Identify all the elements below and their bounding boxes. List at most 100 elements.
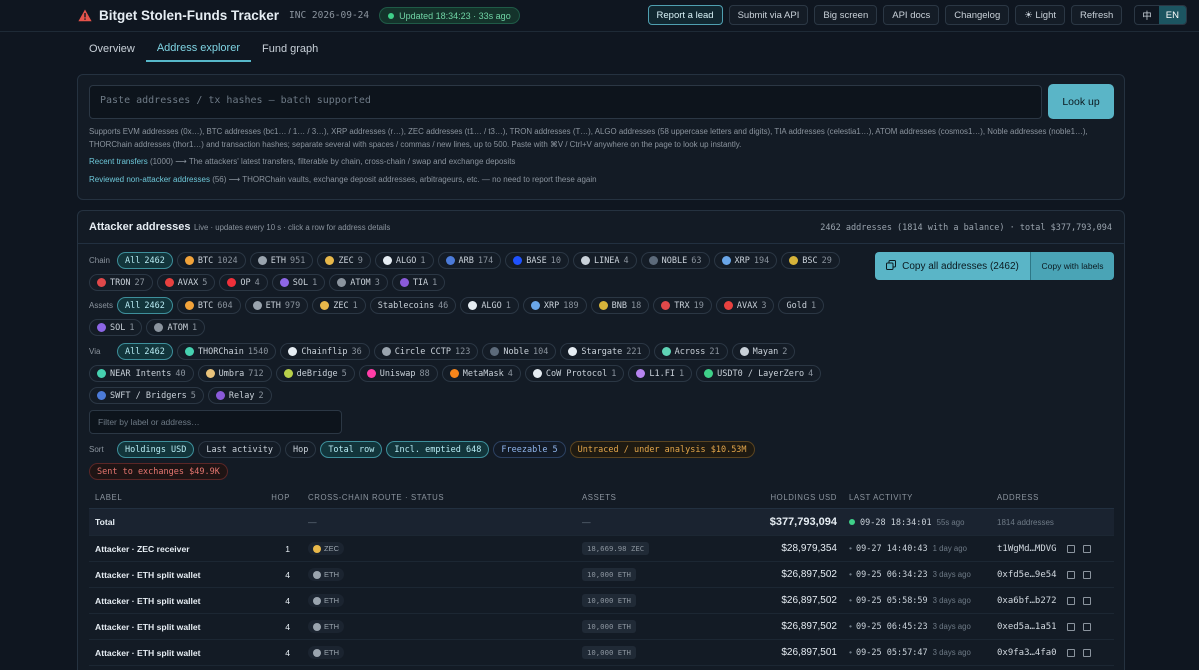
asset-chip-gold[interactable]: Gold 1 (778, 297, 825, 314)
asset-chip-algo[interactable]: ALGO 1 (460, 297, 519, 314)
chain-chip-algo[interactable]: ALGO 1 (374, 252, 434, 269)
chain-chip-xrp[interactable]: XRP 194 (713, 252, 778, 269)
tab-address-explorer[interactable]: Address explorer (145, 35, 251, 62)
asset-chip-eth[interactable]: ETH 979 (244, 297, 309, 314)
via-chip-usdt0-layerzero[interactable]: USDT0 / LayerZero 4 (696, 365, 822, 382)
copy-icon[interactable] (1066, 596, 1075, 605)
lang-zh-button[interactable]: 中 (1135, 6, 1159, 24)
external-link-icon[interactable] (1082, 596, 1091, 605)
external-link-icon[interactable] (1082, 544, 1091, 553)
reviewed-addresses-link[interactable]: Reviewed non-attacker addresses (89, 175, 210, 184)
via-chip-l1-fi[interactable]: L1.FI 1 (628, 365, 693, 382)
via-chip-all[interactable]: All 2462 (117, 343, 173, 360)
via-chip-uniswap[interactable]: Uniswap 88 (358, 365, 438, 382)
chain-chip-bsc[interactable]: BSC 29 (781, 252, 840, 269)
chain-chip-sol[interactable]: SOL 1 (271, 274, 326, 291)
external-link-icon[interactable] (1082, 570, 1091, 579)
big-screen-button[interactable]: Big screen (814, 5, 878, 25)
chain-chip-btc[interactable]: BTC 1024 (176, 252, 246, 269)
copy-icon[interactable] (1066, 622, 1075, 631)
via-chip-metamask[interactable]: MetaMask 4 (441, 365, 521, 382)
sort-chip-sent-to-exchanges-49-9k[interactable]: Sent to exchanges $49.9K (89, 463, 228, 480)
asset-chip-trx[interactable]: TRX 19 (653, 297, 712, 314)
chain-chip-all[interactable]: All 2462 (117, 252, 173, 269)
via-chip-relay[interactable]: Relay 2 (207, 387, 272, 404)
address-text[interactable]: 0xa6bf…b272 (997, 596, 1057, 606)
copy-icon[interactable] (1066, 648, 1075, 657)
asset-chip-atom[interactable]: ATOM 1 (146, 319, 206, 336)
asset-chip-bnb[interactable]: BNB 18 (590, 297, 650, 314)
asset-chip-sol[interactable]: SOL 1 (89, 319, 143, 336)
via-chip-near-intents[interactable]: NEAR Intents 40 (89, 365, 194, 382)
via-chip-thorchain[interactable]: THORChain 1540 (176, 343, 277, 360)
report-lead-button[interactable]: Report a lead (647, 5, 723, 25)
external-link-icon[interactable] (1082, 622, 1091, 631)
via-chip-cow-protocol[interactable]: CoW Protocol 1 (524, 365, 625, 382)
refresh-button[interactable]: Refresh (1071, 5, 1123, 25)
sort-chip-incl-emptied-648[interactable]: Incl. emptied 648 (386, 441, 490, 458)
lookup-input[interactable]: Paste addresses / tx hashes — batch supp… (89, 85, 1042, 119)
chain-chip-arb[interactable]: ARB 174 (437, 252, 502, 269)
light-theme-button[interactable]: ☀ Light (1015, 5, 1066, 25)
lookup-button[interactable]: Look up (1048, 84, 1114, 119)
chain-chip-avax[interactable]: AVAX 5 (156, 274, 216, 291)
via-chip-across[interactable]: Across 21 (653, 343, 728, 360)
via-chip-umbra[interactable]: Umbra 712 (197, 365, 272, 382)
chain-chip-tia[interactable]: TIA 1 (391, 274, 446, 291)
copy-icon[interactable] (1066, 570, 1075, 579)
asset-chip-stablecoins[interactable]: Stablecoins 46 (369, 297, 457, 314)
sort-chip-last-activity[interactable]: Last activity (198, 441, 281, 458)
col-hop[interactable]: HOP (254, 493, 296, 502)
via-chip-noble[interactable]: Noble 104 (482, 343, 557, 360)
table-row[interactable]: Attacker · ETH split wallet 4 ETH 10,000 ET… (89, 588, 1114, 614)
table-row[interactable]: Attacker · ETH split wallet 4 ETH 10,000 ET… (89, 614, 1114, 640)
asset-chip-xrp[interactable]: XRP 189 (522, 297, 587, 314)
label-filter-input[interactable]: Filter by label or address… (89, 410, 342, 434)
asset-chip-all[interactable]: All 2462 (117, 297, 173, 314)
lang-en-button[interactable]: EN (1158, 6, 1186, 24)
asset-chip-avax[interactable]: AVAX 3 (715, 297, 775, 314)
col-label[interactable]: LABEL (89, 493, 254, 502)
chain-chip-linea[interactable]: LINEA 4 (572, 252, 637, 269)
via-chip-stargate[interactable]: Stargate 221 (560, 343, 650, 360)
chain-chip-zec[interactable]: ZEC 9 (317, 252, 371, 269)
chain-chip-eth[interactable]: ETH 951 (249, 252, 314, 269)
table-row[interactable]: Attacker · ETH split wallet 4 ETH 10,000 ET… (89, 640, 1114, 666)
address-text[interactable]: 0xfd5e…9e54 (997, 570, 1057, 580)
chain-chip-atom[interactable]: ATOM 3 (329, 274, 388, 291)
chain-chip-op[interactable]: OP 4 (219, 274, 268, 291)
external-link-icon[interactable] (1082, 648, 1091, 657)
via-chip-mayan[interactable]: Mayan 2 (731, 343, 796, 360)
address-text[interactable]: 0x9fa3…4fa0 (997, 648, 1057, 658)
api-docs-button[interactable]: API docs (883, 5, 940, 25)
tab-fund-graph[interactable]: Fund graph (251, 35, 329, 62)
tab-overview[interactable]: Overview (78, 35, 146, 62)
via-chip-debridge[interactable]: deBridge 5 (275, 365, 355, 382)
col-activity[interactable]: LAST ACTIVITY (837, 493, 997, 502)
table-row[interactable]: Attacker · ZEC receiver 1 ZEC 18,669.98 ZEC… (89, 536, 1114, 562)
copy-all-button[interactable]: Copy all addresses (2462) (875, 252, 1030, 280)
table-row[interactable]: Attacker · ETH split wallet 4 ETH 10,000 ET… (89, 562, 1114, 588)
recent-transfers-link[interactable]: Recent transfers (89, 157, 148, 166)
changelog-button[interactable]: Changelog (945, 5, 1010, 25)
via-chip-circle-cctp[interactable]: Circle CCTP 123 (373, 343, 479, 360)
chain-chip-base[interactable]: BASE 10 (505, 252, 569, 269)
copy-with-labels-button[interactable]: Copy with labels (1030, 252, 1114, 280)
sort-chip-total-row[interactable]: Total row (320, 441, 383, 458)
via-chip-swft-bridgers[interactable]: SWFT / Bridgers 5 (89, 387, 204, 404)
chain-chip-noble[interactable]: NOBLE 63 (640, 252, 710, 269)
sort-chip-holdings-usd[interactable]: Holdings USD (117, 441, 195, 458)
chain-chip-tron[interactable]: TRON 27 (89, 274, 153, 291)
address-text[interactable]: 0xed5a…1a51 (997, 622, 1057, 632)
submit-api-button[interactable]: Submit via API (728, 5, 809, 25)
sort-chip-untraced-under-analysis-10-53m[interactable]: Untraced / under analysis $10.53M (569, 441, 755, 458)
address-text[interactable]: t1WgMd…MDVG (997, 544, 1057, 554)
sort-chip-hop[interactable]: Hop (284, 441, 317, 458)
sort-chip-freezable-5[interactable]: Freezable 5 (493, 441, 566, 458)
copy-icon[interactable] (1066, 544, 1075, 553)
via-chip-chainflip[interactable]: Chainflip 36 (280, 343, 370, 360)
col-holdings[interactable]: HOLDINGS USD (737, 493, 837, 502)
asset-chip-zec[interactable]: ZEC 1 (312, 297, 366, 314)
near-intents-icon (97, 369, 106, 378)
asset-chip-btc[interactable]: BTC 604 (176, 297, 241, 314)
